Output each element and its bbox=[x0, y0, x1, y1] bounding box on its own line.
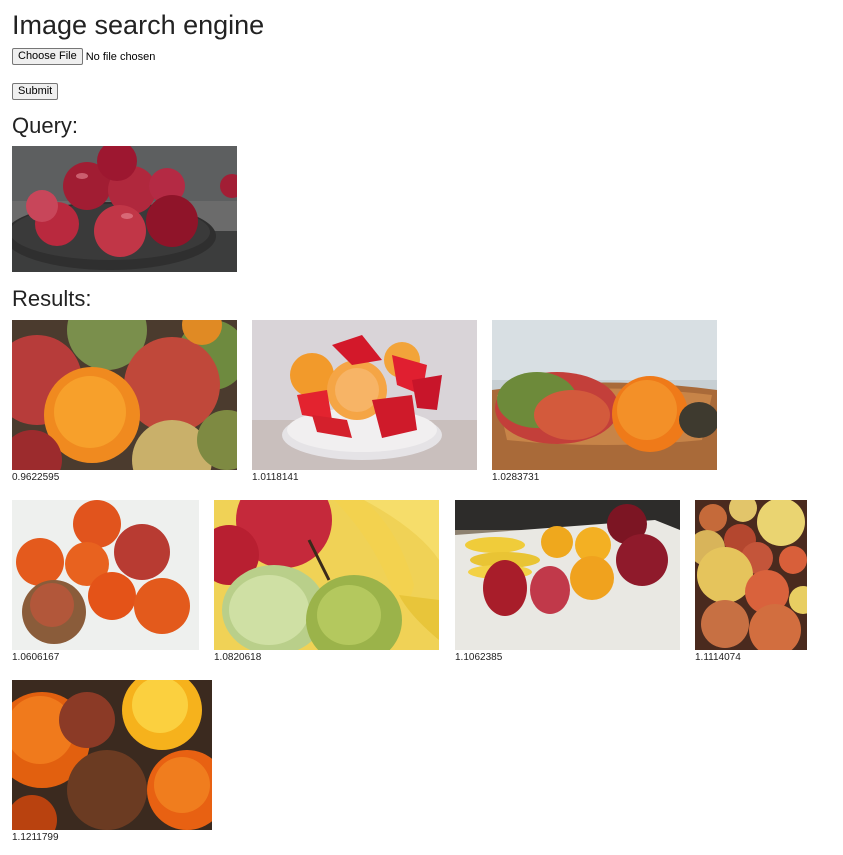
result-image bbox=[214, 500, 439, 650]
choose-file-button[interactable]: Choose File bbox=[12, 48, 83, 65]
result-score: 1.1062385 bbox=[455, 652, 503, 663]
result-score: 1.1211799 bbox=[12, 832, 59, 843]
result-score: 1.0820618 bbox=[214, 652, 262, 663]
result-score: 1.0606167 bbox=[12, 652, 60, 663]
result-image bbox=[12, 500, 199, 650]
result-image bbox=[12, 320, 237, 470]
submit-row: Submit bbox=[12, 81, 59, 100]
results-heading: Results: bbox=[12, 286, 92, 311]
result-image bbox=[492, 320, 717, 470]
page-title: Image search engine bbox=[12, 10, 265, 40]
result-score: 1.0283731 bbox=[492, 472, 540, 483]
query-image bbox=[12, 146, 237, 272]
submit-button[interactable]: Submit bbox=[12, 83, 59, 100]
result-score: 1.0118141 bbox=[252, 472, 299, 483]
result-image bbox=[252, 320, 477, 470]
query-heading: Query: bbox=[12, 113, 79, 138]
result-score: 1.1114074 bbox=[695, 652, 741, 663]
result-image bbox=[12, 680, 212, 830]
file-status-text: No file chosen bbox=[85, 50, 156, 63]
result-score: 0.9622595 bbox=[12, 472, 60, 483]
result-image bbox=[455, 500, 680, 650]
result-image bbox=[695, 500, 807, 650]
file-upload: Choose File No file chosen bbox=[12, 48, 155, 65]
